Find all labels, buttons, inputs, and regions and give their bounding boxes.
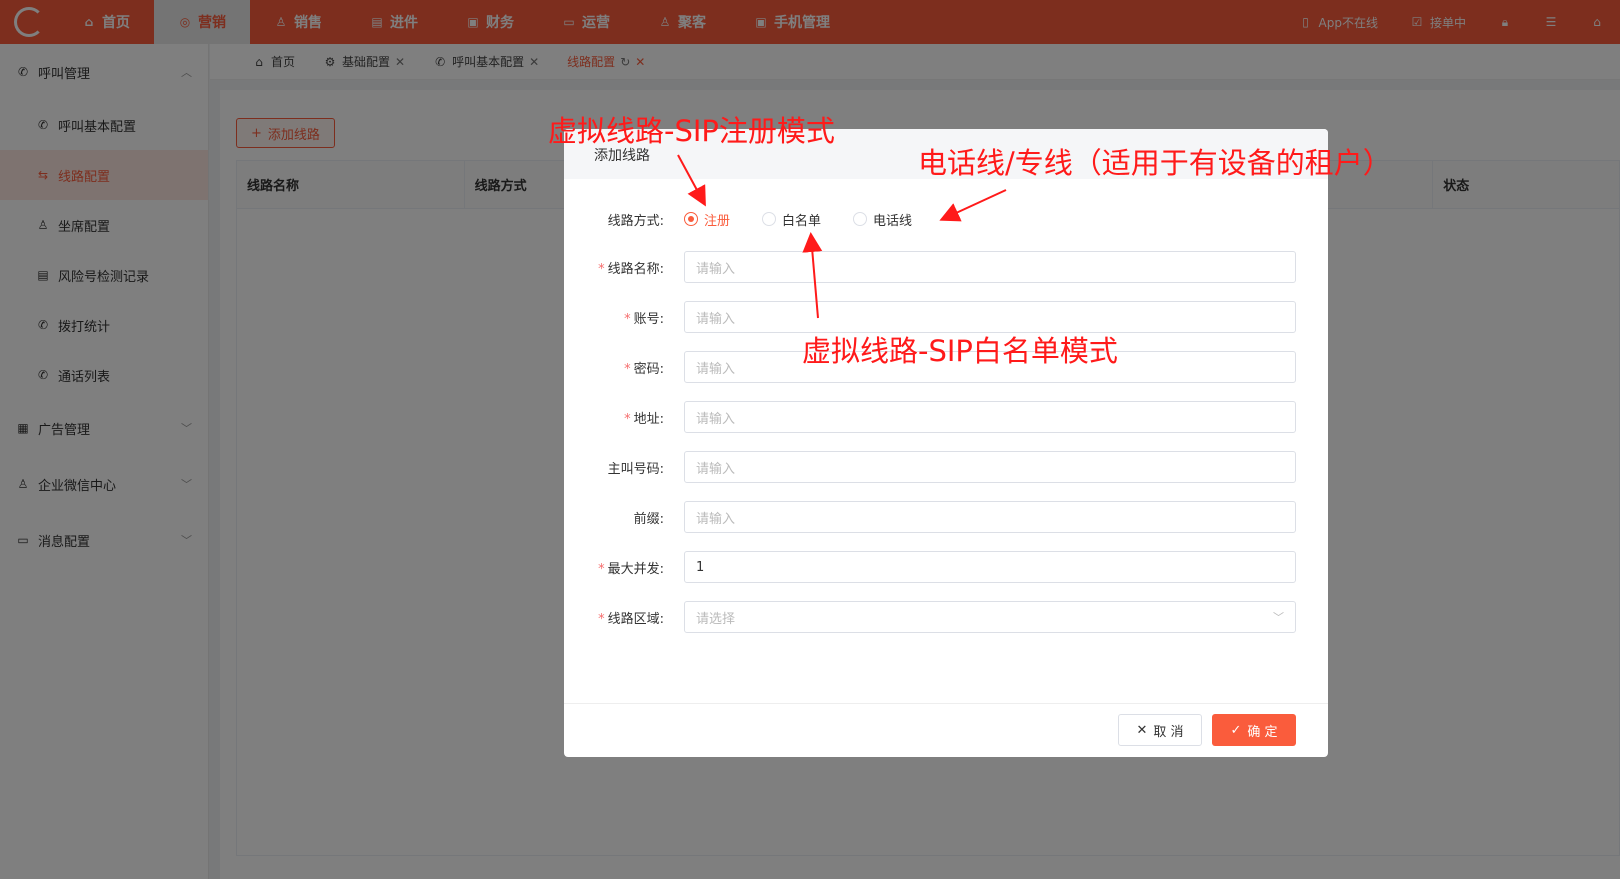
caller-number-input[interactable]: 请输入 (684, 451, 1296, 483)
field-row: * 线路区域: 请选择 ﹀ (564, 601, 1328, 633)
mode-radio-whitelist[interactable]: 白名单 (762, 210, 821, 229)
check-icon: ✓ (1230, 722, 1242, 738)
field-label: 线路名称: (607, 261, 664, 277)
field-label: 主叫号码: (607, 461, 664, 477)
required-mark: * (624, 311, 631, 327)
field-row: * 最大并发: 1 (564, 551, 1328, 583)
field-label: 地址: (633, 411, 664, 427)
required-mark: * (598, 561, 605, 577)
close-icon: ✕ (1136, 722, 1148, 738)
confirm-button[interactable]: ✓ 确 定 (1212, 714, 1296, 746)
annotation-register-mode: 虚拟线路-SIP注册模式 (548, 114, 835, 148)
field-row: 前缀: 请输入 (564, 501, 1328, 533)
required-mark: * (598, 611, 605, 627)
required-mark: * (598, 261, 605, 277)
required-mark: * (624, 361, 631, 377)
chevron-down-icon: ﹀ (1273, 611, 1284, 624)
field-row: * 线路名称: 请输入 (564, 251, 1328, 283)
annotation-whitelist-mode: 虚拟线路-SIP白名单模式 (802, 334, 1118, 368)
cancel-button[interactable]: ✕ 取 消 (1118, 714, 1202, 746)
field-row: * 地址: 请输入 (564, 401, 1328, 433)
add-line-dialog: 添加线路 线路方式: 注册 白名单 电话线 * 线路名称: 请输入 * 账号: 请输… (564, 129, 1328, 757)
prefix-input[interactable]: 请输入 (684, 501, 1296, 533)
address-input[interactable]: 请输入 (684, 401, 1296, 433)
field-row: 主叫号码: 请输入 (564, 451, 1328, 483)
field-label: 密码: (633, 361, 664, 377)
required-mark: * (624, 411, 631, 427)
radio-icon (762, 212, 777, 226)
field-label: 前缀: (633, 511, 664, 527)
mode-radio-phone-line[interactable]: 电话线 (853, 210, 912, 229)
radio-icon (853, 212, 868, 226)
annotation-phone-line: 电话线/专线（适用于有设备的租户） (918, 146, 1392, 180)
max-concurrency-input[interactable]: 1 (684, 551, 1296, 583)
line-region-select[interactable]: 请选择 ﹀ (684, 601, 1296, 633)
mode-row: 线路方式: 注册 白名单 电话线 (564, 209, 1328, 229)
field-label: 线路区域: (607, 611, 664, 627)
mode-radio-group: 注册 白名单 电话线 (684, 210, 944, 229)
mode-radio-register[interactable]: 注册 (684, 210, 730, 229)
field-label: 账号: (633, 311, 664, 327)
line-name-input[interactable]: 请输入 (684, 251, 1296, 283)
mode-label: 线路方式: (607, 213, 664, 229)
field-label: 最大并发: (607, 561, 664, 577)
radio-checked-icon (684, 212, 698, 226)
dialog-footer: ✕ 取 消 ✓ 确 定 (564, 703, 1328, 757)
